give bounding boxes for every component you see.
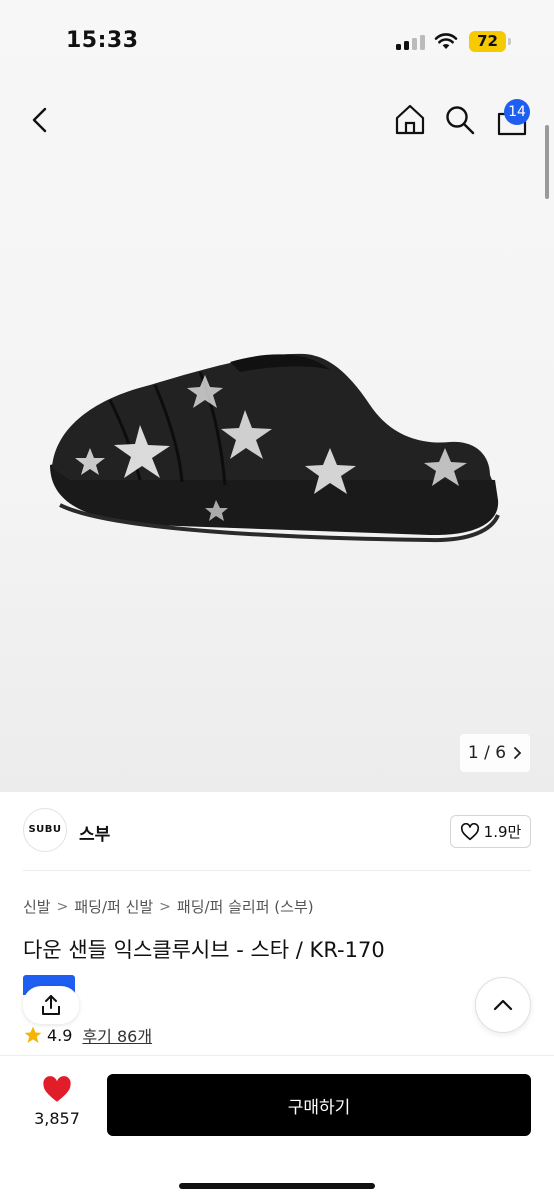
brand-logo[interactable]: SUBU (23, 808, 67, 852)
signal-icon (396, 34, 426, 50)
breadcrumb-item[interactable]: 패딩/퍼 슬리퍼 (스부) (177, 896, 314, 917)
wish-button[interactable]: 3,857 (24, 1076, 90, 1128)
brand-row[interactable]: SUBU 스부 1.9만 (0, 800, 554, 864)
brand-like-count: 1.9만 (483, 823, 522, 841)
divider (23, 870, 531, 871)
home-icon[interactable] (392, 100, 428, 140)
gallery-pager[interactable]: 1 / 6 (460, 734, 530, 772)
breadcrumb-item[interactable]: 신발 (23, 896, 51, 917)
status-time: 15:33 (66, 28, 139, 53)
status-bar: 15:33 72 (0, 0, 554, 84)
share-icon (42, 995, 60, 1015)
heart-outline-icon (460, 822, 479, 840)
star-icon (24, 1026, 42, 1043)
chevron-right-icon: > (56, 898, 69, 915)
share-button[interactable] (23, 986, 79, 1024)
search-icon[interactable] (442, 100, 478, 140)
breadcrumb: 신발 > 패딩/퍼 신발 > 패딩/퍼 슬리퍼 (스부) (23, 896, 314, 917)
brand-like-button[interactable]: 1.9만 (450, 815, 531, 848)
buy-button[interactable]: 구매하기 (107, 1074, 531, 1136)
home-indicator[interactable] (179, 1183, 375, 1189)
product-photo-slipper (50, 353, 500, 543)
breadcrumb-item[interactable]: 패딩/퍼 신발 (74, 896, 153, 917)
chevron-right-icon (514, 747, 522, 759)
product-title: 다운 샌들 익스클루시브 - 스타 / KR-170 (23, 938, 385, 962)
chevron-left-icon[interactable] (22, 100, 58, 140)
rating-row: 4.9 후기 86개 (23, 1023, 152, 1047)
scrollbar[interactable] (545, 125, 549, 199)
rating-value: 4.9 (47, 1025, 73, 1045)
bottom-action-bar: 3,857 구매하기 (0, 1055, 554, 1200)
battery-tip (508, 38, 511, 45)
heart-filled-icon (43, 1076, 71, 1102)
scroll-top-button[interactable] (475, 977, 531, 1033)
wifi-icon (434, 33, 458, 49)
cart-count-badge: 14 (504, 99, 530, 125)
wish-count: 3,857 (34, 1109, 80, 1128)
chevron-right-icon: > (159, 898, 171, 915)
review-link[interactable]: 후기 86개 (82, 1023, 152, 1047)
chevron-up-icon (493, 999, 513, 1011)
brand-name[interactable]: 스부 (79, 820, 110, 845)
pager-text: 1 / 6 (467, 743, 507, 763)
product-image-gallery[interactable]: 15:33 72 14 1 / 6 (0, 0, 554, 792)
battery-indicator: 72 (469, 31, 506, 52)
